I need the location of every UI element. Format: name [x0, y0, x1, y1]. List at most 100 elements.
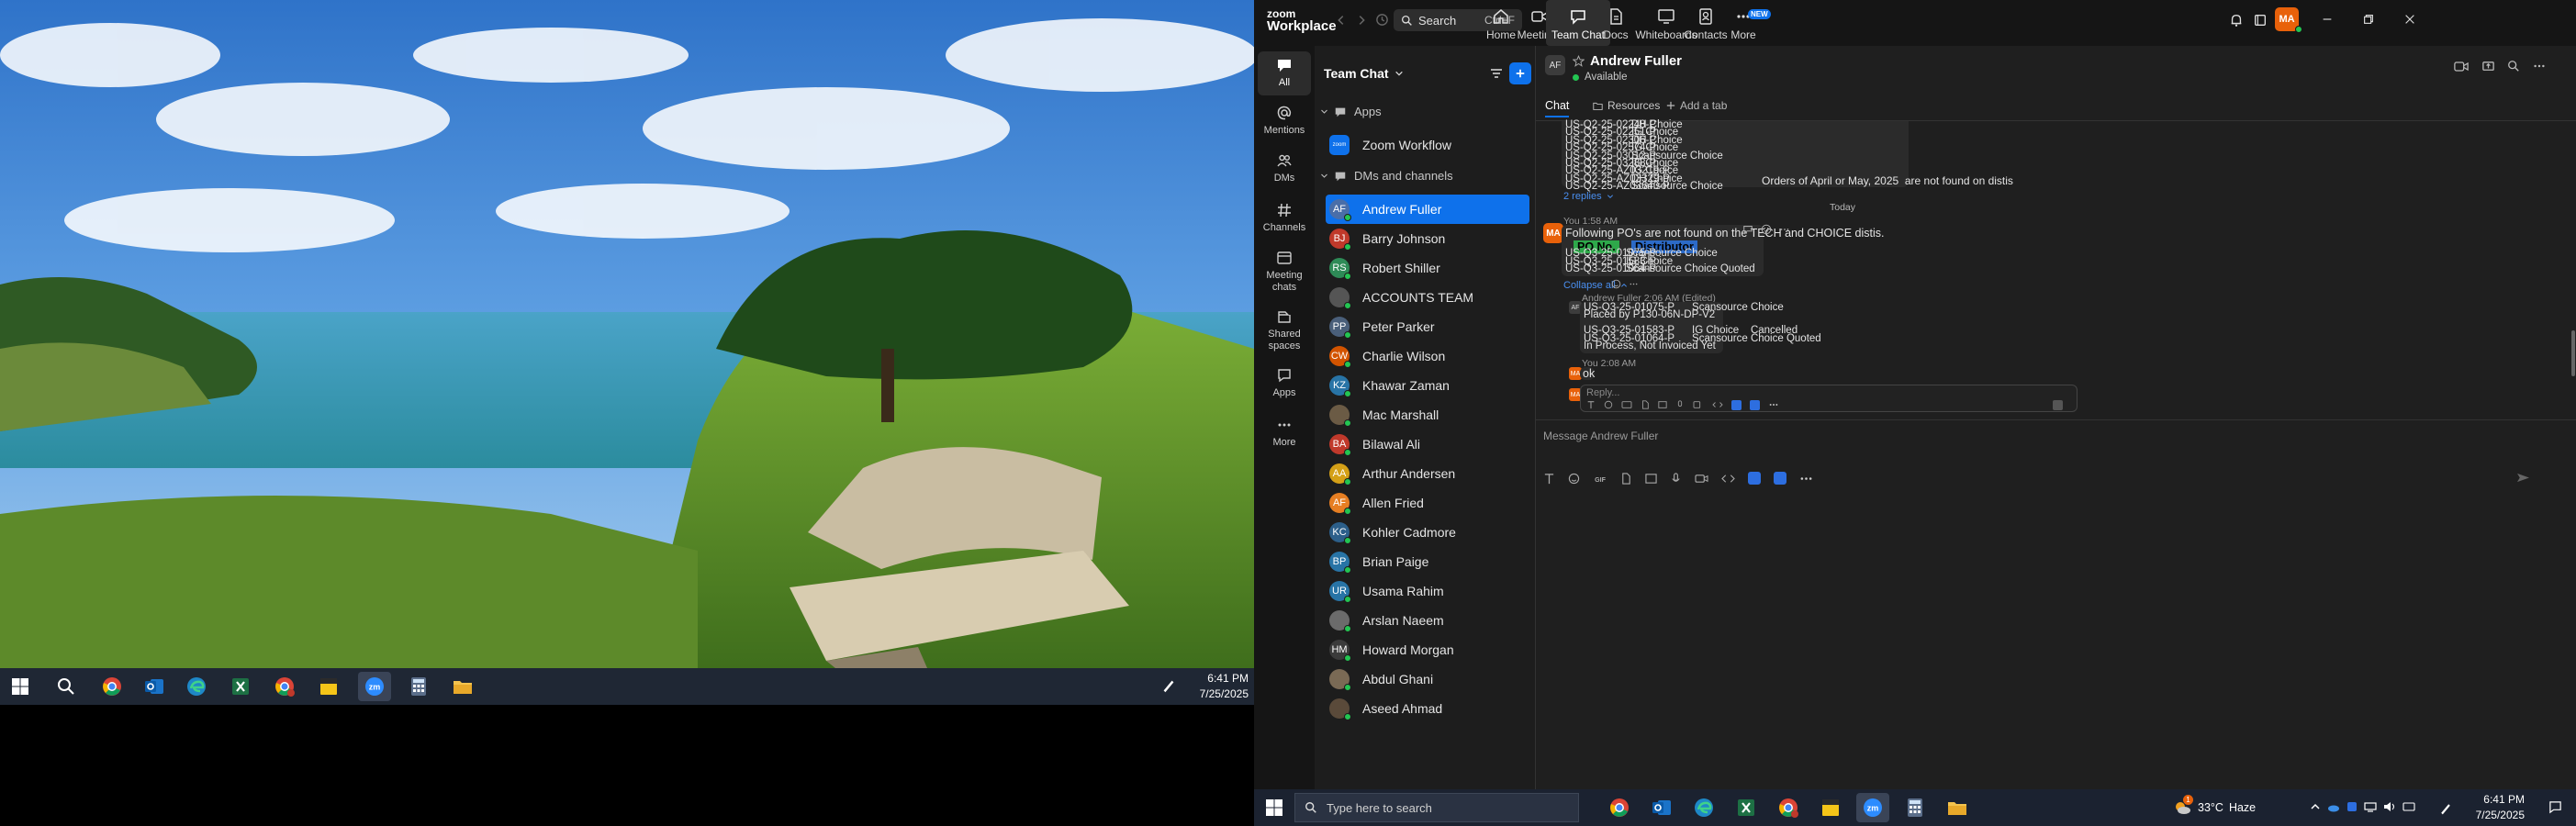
- windows-logo[interactable]: [1258, 793, 1291, 822]
- chrome-profile-icon[interactable]: [268, 672, 301, 701]
- chrome-profile-icon[interactable]: [1772, 793, 1805, 822]
- pen-icon[interactable]: [2438, 801, 2453, 816]
- scrollbar-thumb[interactable]: [2571, 330, 2575, 376]
- sidebar-item-contact[interactable]: KZ Khawar Zaman: [1326, 371, 1529, 400]
- file-icon[interactable]: [1641, 400, 1650, 409]
- section-apps[interactable]: Apps: [1320, 105, 1382, 118]
- outlook-icon[interactable]: [138, 672, 171, 701]
- tab-chat[interactable]: Chat: [1545, 99, 1570, 117]
- screenshot-icon[interactable]: [1645, 473, 1657, 485]
- rail-meeting-chats[interactable]: Meeting chats: [1258, 250, 1311, 294]
- reply-icon[interactable]: [1742, 224, 1753, 235]
- mic-icon[interactable]: [1675, 400, 1685, 409]
- video-call-icon[interactable]: [2454, 61, 2469, 73]
- calculator-icon[interactable]: [1898, 793, 1932, 822]
- send-button[interactable]: [2516, 472, 2530, 484]
- format-icon[interactable]: [1543, 473, 1555, 485]
- code-icon[interactable]: [1712, 400, 1723, 409]
- sidebar-item-contact[interactable]: Aseed Ahmad: [1326, 694, 1529, 723]
- sidebar-item-contact[interactable]: Abdul Ghani: [1326, 664, 1529, 694]
- sidebar-item-contact[interactable]: AF Allen Fried: [1326, 488, 1529, 518]
- contact-name[interactable]: Andrew Fuller: [1590, 53, 1682, 69]
- app-icon-blue-2[interactable]: [1750, 400, 1760, 410]
- chrome-icon[interactable]: [95, 672, 129, 701]
- device-icon[interactable]: [2253, 13, 2268, 28]
- rail-dms[interactable]: DMs: [1258, 152, 1311, 184]
- send-icon[interactable]: [2053, 400, 2063, 410]
- code-icon[interactable]: [1721, 473, 1735, 485]
- notification-icon[interactable]: [2548, 800, 2562, 814]
- emoji-icon[interactable]: [1604, 400, 1613, 409]
- outlook-icon[interactable]: [1645, 793, 1678, 822]
- new-chat-button[interactable]: [1509, 62, 1531, 84]
- rail-apps[interactable]: Apps: [1258, 367, 1311, 399]
- restore-icon[interactable]: [2362, 13, 2375, 26]
- msg-avatar[interactable]: MA: [1543, 223, 1563, 243]
- sidebar-item-contact[interactable]: ACCOUNTS TEAM: [1326, 283, 1529, 312]
- edge-icon[interactable]: [1687, 793, 1720, 822]
- chrome-icon[interactable]: [1603, 793, 1636, 822]
- sidebar-item-contact[interactable]: UR Usama Rahim: [1326, 576, 1529, 606]
- network-icon[interactable]: [2364, 801, 2377, 812]
- pen-icon[interactable]: [1160, 677, 1177, 694]
- onedrive-icon[interactable]: [2327, 801, 2340, 812]
- format-icon[interactable]: [1586, 400, 1596, 409]
- sidebar-item-contact[interactable]: KC Kohler Cadmore: [1326, 518, 1529, 547]
- taskbar-search[interactable]: Type here to search: [1294, 793, 1579, 822]
- edge-icon[interactable]: [180, 672, 213, 701]
- screen-share-icon[interactable]: [2481, 60, 2495, 73]
- rail-shared-spaces[interactable]: Shared spaces: [1258, 308, 1311, 352]
- back-arrow-icon[interactable]: [1335, 14, 1348, 27]
- sidebar-item-contact[interactable]: BP Brian Paige: [1326, 547, 1529, 576]
- app-tray-icon[interactable]: [2346, 801, 2358, 812]
- app-icon-blue[interactable]: [1731, 400, 1742, 410]
- rail-mentions[interactable]: Mentions: [1258, 105, 1311, 137]
- video-message-icon[interactable]: [1695, 473, 1708, 485]
- app-icon-blue[interactable]: [1748, 472, 1761, 485]
- weather-widget[interactable]: 1 33°C Haze: [2172, 795, 2256, 817]
- sidebar-item-contact[interactable]: Arslan Naeem: [1326, 606, 1529, 635]
- sticky-notes-icon[interactable]: [1814, 793, 1847, 822]
- excel-icon[interactable]: [224, 672, 257, 701]
- history-icon[interactable]: [1375, 13, 1389, 27]
- emoji-icon[interactable]: [1761, 224, 1772, 235]
- volume-icon[interactable]: [2383, 801, 2396, 812]
- message-input[interactable]: Message Andrew Fuller: [1543, 430, 1658, 442]
- more-icon[interactable]: [1779, 224, 1790, 235]
- rail-more[interactable]: More: [1258, 417, 1311, 449]
- sidebar-item-contact[interactable]: HM Howard Morgan: [1326, 635, 1529, 664]
- sidebar-item-contact[interactable]: CW Charlie Wilson: [1326, 341, 1529, 371]
- sidebar-item-contact[interactable]: BA Bilawal Ali: [1326, 430, 1529, 459]
- bell-icon[interactable]: [2229, 13, 2244, 28]
- zoom-icon[interactable]: zm: [358, 672, 391, 701]
- chat-search-icon[interactable]: [2507, 60, 2520, 73]
- more-icon[interactable]: [1799, 473, 1813, 485]
- replies-link[interactable]: 2 replies: [1563, 191, 1614, 202]
- zoom-icon[interactable]: zm: [1856, 793, 1889, 822]
- forward-arrow-icon[interactable]: [1355, 14, 1368, 27]
- sidebar-item-contact[interactable]: RS Robert Shiller: [1326, 253, 1529, 283]
- section-dms[interactable]: DMs and channels: [1320, 169, 1453, 183]
- calculator-icon[interactable]: [402, 672, 435, 701]
- nav-more[interactable]: NEW More: [1711, 7, 1775, 41]
- tab-add[interactable]: Add a tab: [1666, 99, 1727, 112]
- sticky-notes-icon[interactable]: [312, 672, 345, 701]
- sidebar-item-zoom-workflow[interactable]: zoom Zoom Workflow: [1326, 130, 1529, 160]
- app-icon-blue-2[interactable]: [1774, 472, 1786, 485]
- file-icon[interactable]: [1620, 472, 1632, 485]
- more-icon[interactable]: [1629, 279, 1639, 289]
- emoji-icon[interactable]: [1611, 279, 1621, 289]
- more-options-icon[interactable]: [2533, 60, 2546, 73]
- rail-all[interactable]: All: [1258, 51, 1311, 95]
- star-icon[interactable]: [1573, 55, 1585, 67]
- video-message-icon[interactable]: [1693, 400, 1704, 409]
- sidebar-title-dropdown[interactable]: Team Chat: [1324, 66, 1404, 81]
- mic-icon[interactable]: [1670, 472, 1682, 485]
- tab-resources[interactable]: Resources: [1593, 99, 1660, 112]
- chevron-up-icon[interactable]: [2310, 801, 2321, 812]
- gif-icon[interactable]: [1621, 400, 1632, 409]
- emoji-icon[interactable]: [1568, 473, 1580, 485]
- gif-icon[interactable]: GIF: [1593, 473, 1607, 485]
- language-icon[interactable]: [2402, 801, 2415, 812]
- close-icon[interactable]: [2403, 13, 2416, 26]
